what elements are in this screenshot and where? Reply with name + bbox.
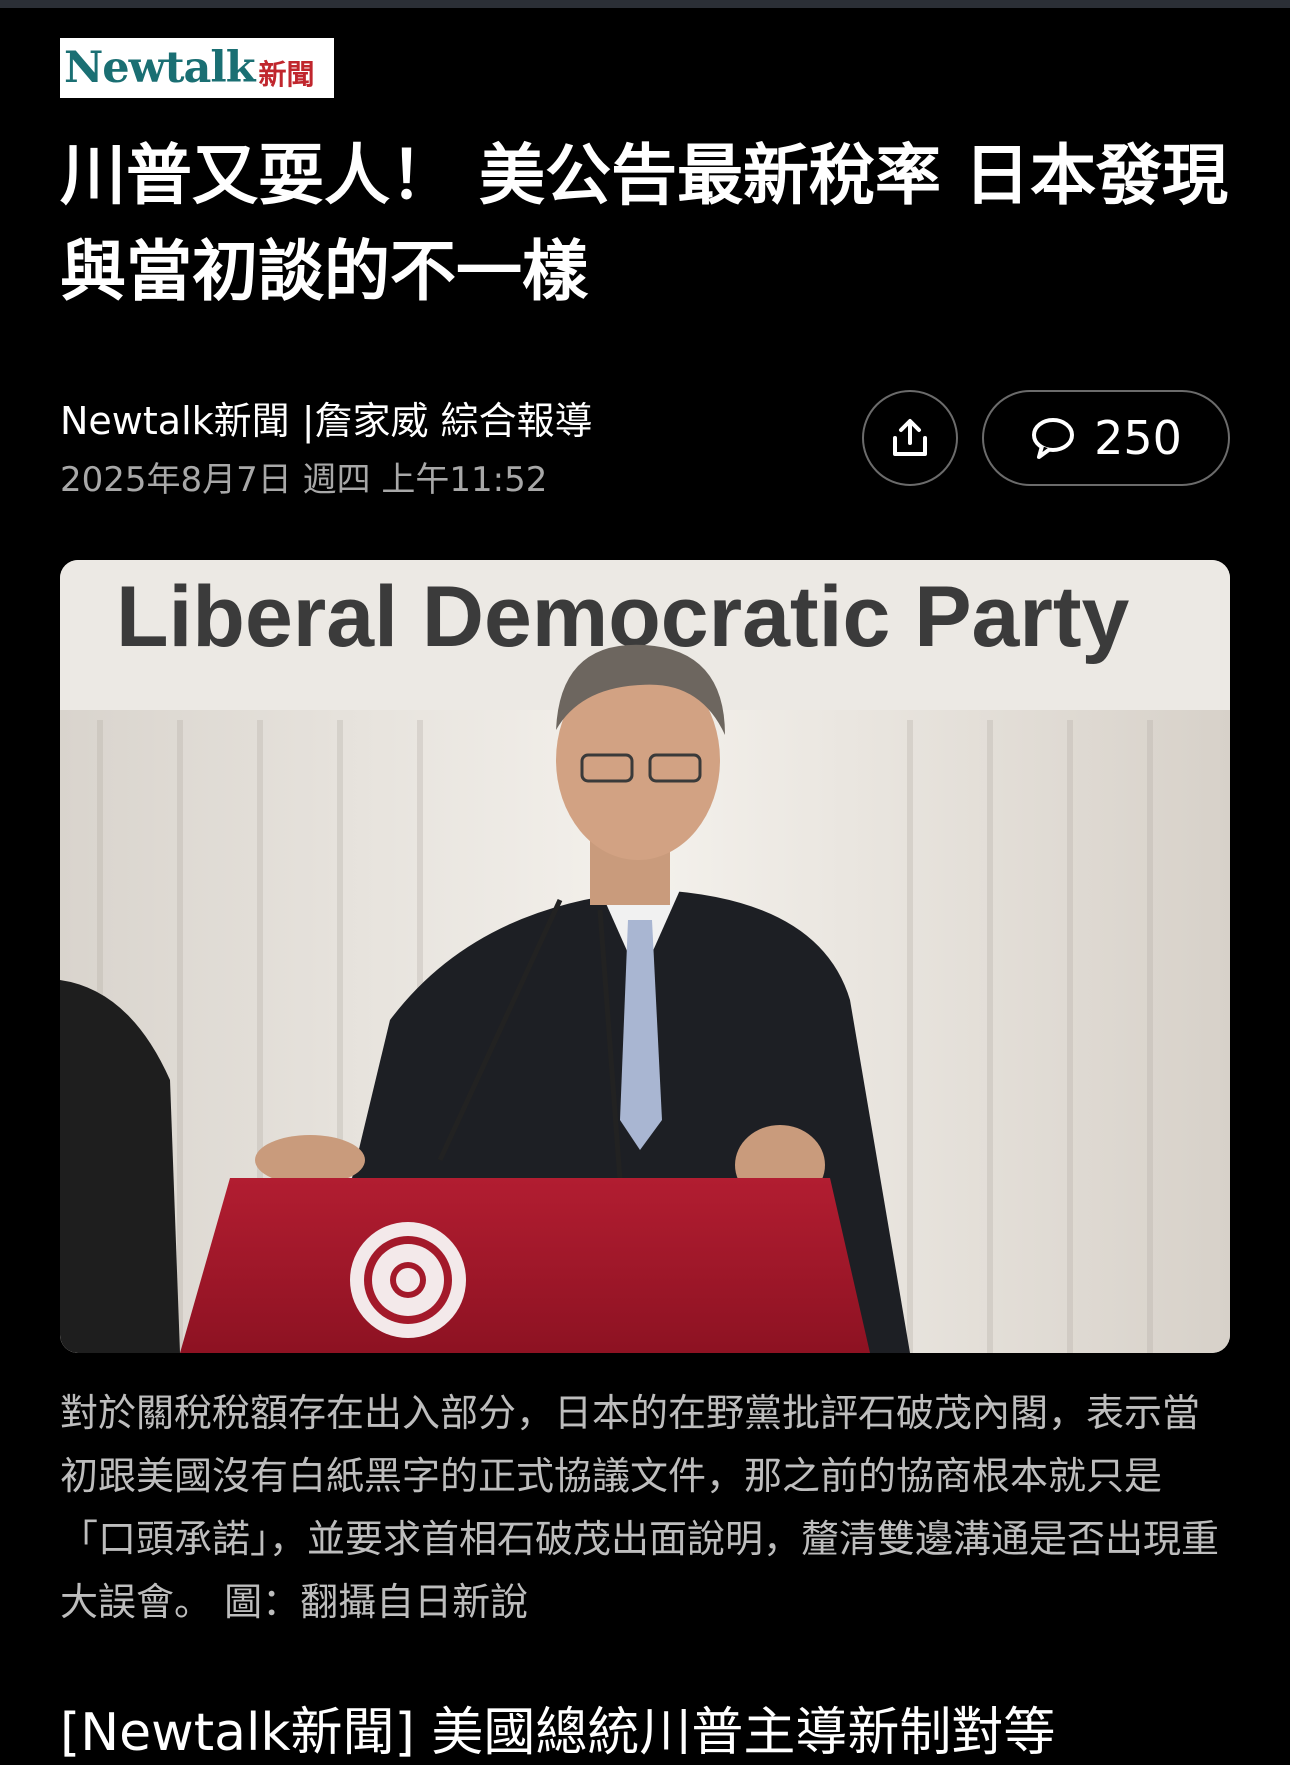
article-photo[interactable]: Liberal Democratic Party [60,560,1230,1353]
photo-caption: 對於關稅稅額存在出入部分，日本的在野黨批評石破茂內閣，表示當初跟美國沒有白紙黑字… [60,1391,1220,1624]
comment-count: 250 [1094,411,1182,465]
article-byline[interactable]: Newtalk新聞 |詹家威 綜合報導 [60,390,593,445]
status-bar [0,0,1290,8]
comment-bubble-icon [1032,418,1075,459]
chrysanthemum-emblem [350,1222,466,1338]
article-lead: [Newtalk新聞] 美國總統川普主導新制對等 [60,1703,1056,1763]
article-headline: 川普又耍人！ 美公告最新稅率 日本發現與當初談的不一樣 [60,137,1228,310]
article-date: 2025年8月7日 週四 上午11:52 [60,460,548,500]
share-button[interactable] [862,390,958,486]
share-icon [893,419,927,456]
comments-button[interactable]: 250 [982,390,1230,486]
newtalk-logo[interactable]: Newtalk 新聞 [60,38,334,98]
podium [180,1178,870,1353]
logo-cjk: 新聞 [258,58,315,91]
logo-word: Newtalk [64,43,256,93]
